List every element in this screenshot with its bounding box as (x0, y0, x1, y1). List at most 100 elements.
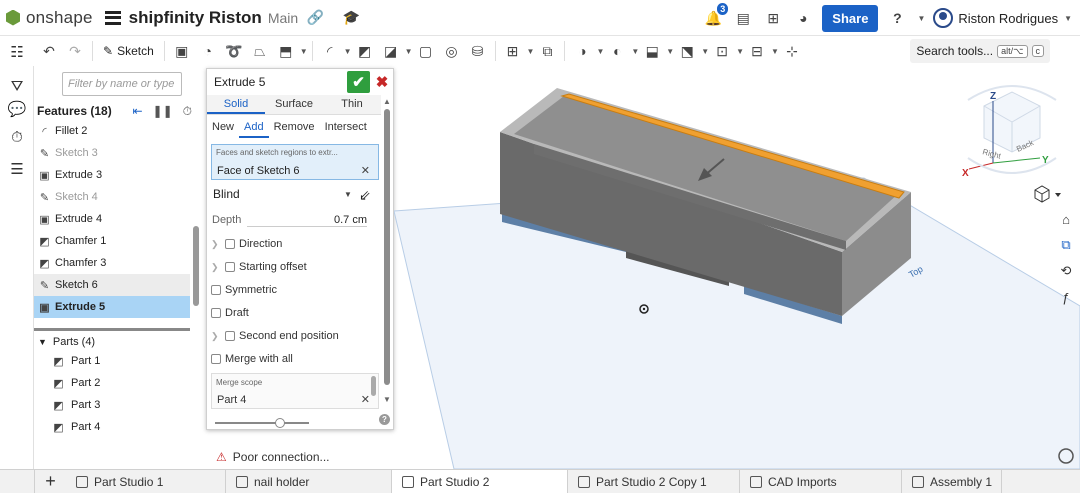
sketch-button[interactable]: ✎ Sketch (99, 39, 158, 63)
mirror-icon[interactable]: ⧉ (536, 39, 558, 63)
feature-list-icon[interactable]: ☷ (0, 37, 34, 66)
thicken-icon[interactable]: ⬒ (275, 39, 297, 63)
document-tab[interactable]: Part Studio 2 (392, 469, 568, 493)
document-tab[interactable]: Assembly 1 (902, 469, 1002, 493)
tab-intersect[interactable]: Intersect (320, 118, 372, 138)
end-type-select[interactable]: Blind ▼ ⇙ (213, 187, 379, 205)
flip-direction-icon[interactable]: ⇙ (359, 187, 371, 204)
model-view[interactable]: Top Z X Y Right Back (393, 66, 1080, 470)
pause-icon[interactable]: ❚❚ (153, 104, 173, 119)
view-cube[interactable]: Z X Y Right Back (962, 85, 1057, 179)
boolean-icon[interactable]: ◑ (571, 39, 593, 63)
feature-item[interactable]: ◩ Chamfer 3 (34, 252, 190, 274)
app-store-icon[interactable]: ⊞ (762, 7, 784, 29)
dialog-opacity-slider[interactable] (215, 418, 309, 428)
sheet-metal-icon[interactable]: ⬔ (676, 39, 698, 63)
draft-icon[interactable]: ◪ (380, 39, 402, 63)
starting-offset-option[interactable]: ❯ Starting offset (211, 258, 307, 276)
draft-option[interactable]: Draft (211, 304, 249, 322)
chevron-down-icon[interactable]: ▼ (596, 47, 604, 56)
add-custom-feature-icon[interactable]: ⊹ (781, 39, 803, 63)
tab-surface[interactable]: Surface (265, 95, 323, 114)
direction-option[interactable]: ❯ Direction (211, 235, 282, 253)
document-tab[interactable]: nail holder (226, 469, 392, 493)
direction-checkbox[interactable] (225, 239, 235, 249)
feature-item[interactable]: ✎ Sketch 6 (34, 274, 190, 296)
tab-list-icon[interactable] (0, 470, 34, 493)
undo-icon[interactable]: ↶ (38, 39, 60, 63)
tab-new[interactable]: New (207, 118, 239, 138)
cylinder-icon[interactable]: ⛁ (467, 39, 489, 63)
chevron-down-icon[interactable]: ▼ (701, 47, 709, 56)
draft-checkbox[interactable] (211, 308, 221, 318)
document-info-icon[interactable]: ▤ (732, 7, 754, 29)
feature-item[interactable]: ✎ Sketch 3 (34, 142, 190, 164)
measure-icon[interactable]: ⊟ (746, 39, 768, 63)
help-chevron-down-icon[interactable]: ▼ (917, 14, 925, 23)
comments-icon[interactable]: 💬 (0, 94, 34, 123)
cancel-button[interactable]: ✖ (373, 73, 391, 91)
timer-icon[interactable]: ⏱ (183, 104, 192, 119)
help-icon[interactable]: ? (379, 414, 390, 425)
feature-item[interactable]: ◩ Chamfer 1 (34, 230, 190, 252)
learning-center-icon[interactable]: 🎓 (340, 7, 362, 29)
feature-item[interactable]: ✎ Sketch 4 (34, 186, 190, 208)
chevron-down-icon[interactable]: ▼ (631, 47, 639, 56)
document-title[interactable]: shipfinity Riston (129, 8, 262, 28)
document-tab[interactable]: Part Studio 1 (66, 469, 226, 493)
render-mode-icon[interactable] (1034, 185, 1061, 203)
starting-offset-checkbox[interactable] (225, 262, 235, 272)
rollback-icon[interactable]: ⇤ (132, 104, 142, 119)
tab-solid[interactable]: Solid (207, 95, 265, 114)
menu-icon[interactable] (104, 10, 121, 25)
graphics-icon[interactable]: ⟲ (1054, 258, 1078, 284)
scroll-up-icon[interactable]: ▲ (383, 97, 391, 106)
chevron-down-icon[interactable]: ▼ (527, 47, 535, 56)
tab-remove[interactable]: Remove (269, 118, 320, 138)
part-item[interactable]: ◩ Part 4 (52, 416, 100, 438)
notifications-icon[interactable]: 🔔 3 (702, 3, 729, 29)
merge-all-option[interactable]: Merge with all (211, 350, 293, 368)
panel-divider[interactable] (34, 328, 190, 331)
second-end-checkbox[interactable] (225, 331, 235, 341)
document-tab[interactable]: Part Studio 2 Copy 1 (568, 469, 740, 493)
fillet-icon[interactable]: ◜ (319, 39, 341, 63)
dialog-scrollbar[interactable]: ▲ ▼ (382, 97, 392, 409)
help-icon[interactable]: ? (886, 7, 908, 29)
feature-item[interactable]: ▣ Extrude 5 (34, 296, 190, 318)
chevron-down-icon[interactable]: ▼ (405, 47, 413, 56)
bill-of-materials-icon[interactable]: ☰ (0, 154, 34, 183)
depth-value[interactable]: 0.7 cm (247, 214, 367, 227)
tab-add[interactable]: Add (239, 118, 269, 138)
clear-icon[interactable]: ✕ (361, 393, 370, 406)
feature-list-scrollbar[interactable] (192, 120, 200, 326)
slider-handle[interactable] (275, 418, 285, 428)
second-end-option[interactable]: ❯ Second end position (211, 327, 339, 345)
part-item[interactable]: ◩ Part 2 (52, 372, 100, 394)
user-menu[interactable]: Riston Rodrigues ▼ (933, 8, 1072, 28)
add-tab-button[interactable]: + (34, 469, 66, 493)
pattern-icon[interactable]: ⊞ (502, 39, 524, 63)
merge-scope-field[interactable]: Merge scope Part 4 ✕ (211, 373, 379, 409)
appearance-icon[interactable]: ◕ (792, 7, 814, 29)
feature-item[interactable]: ◜ Fillet 2 (34, 120, 190, 142)
merge-all-checkbox[interactable] (211, 354, 221, 364)
clear-icon[interactable]: ✕ (361, 164, 370, 177)
document-tab[interactable]: CAD Imports (740, 469, 902, 493)
link-icon[interactable]: 🔗 (304, 7, 326, 29)
faces-selection-field[interactable]: Faces and sketch regions to extr... Face… (211, 144, 379, 180)
chevron-down-icon[interactable]: ▼ (666, 47, 674, 56)
loft-icon[interactable]: ⏢ (249, 39, 271, 63)
scroll-down-icon[interactable]: ▼ (383, 395, 391, 404)
symmetric-option[interactable]: Symmetric (211, 281, 277, 299)
chevron-down-icon[interactable]: ▼ (736, 47, 744, 56)
onshape-logo[interactable]: onshape (6, 8, 93, 28)
3d-viewport[interactable]: Top Z X Y Right Back (393, 66, 1080, 470)
plane-icon[interactable]: ⬓ (641, 39, 663, 63)
hole-icon[interactable]: ◎ (441, 39, 463, 63)
chevron-down-icon[interactable]: ▼ (771, 47, 779, 56)
revolve-icon[interactable]: ◔ (197, 39, 219, 63)
search-tools-input[interactable]: Search tools... alt/⌥ c (910, 39, 1050, 63)
merge-scope-scrollbar[interactable] (371, 376, 376, 396)
shell-icon[interactable]: ▢ (415, 39, 437, 63)
